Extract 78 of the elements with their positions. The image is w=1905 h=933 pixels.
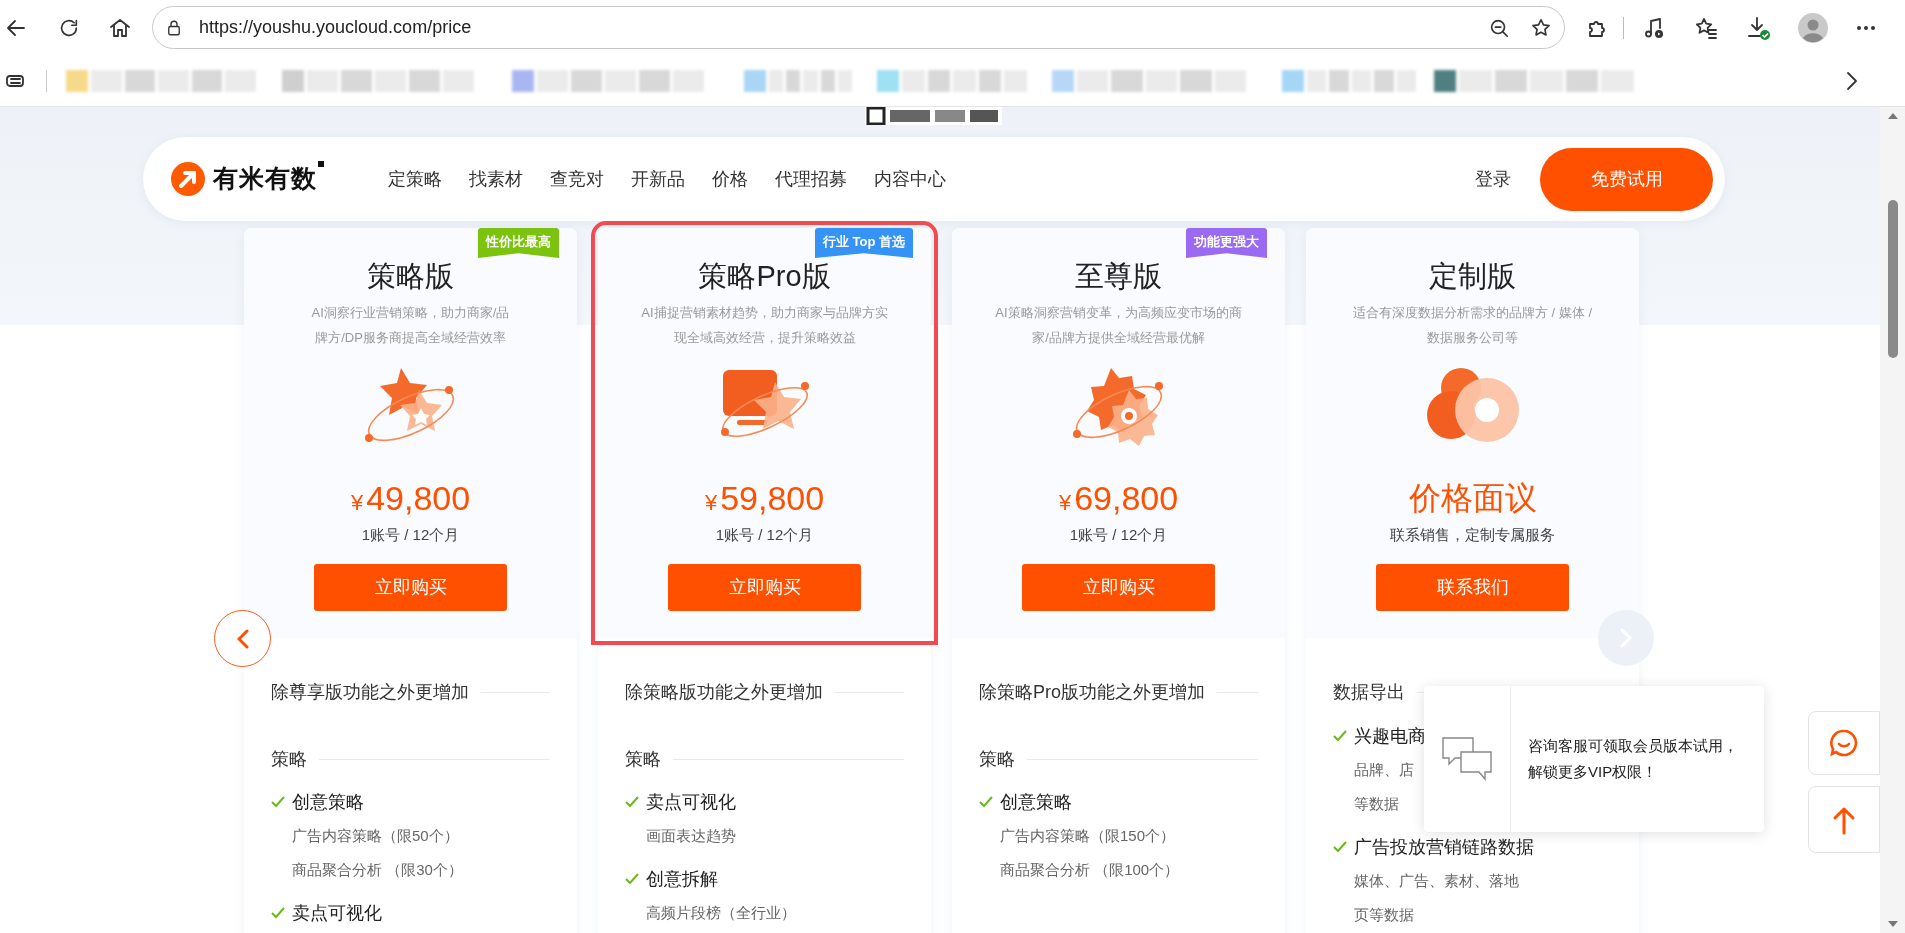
nav-link[interactable]: 查竞对 bbox=[550, 165, 604, 193]
customer-service-button[interactable] bbox=[1808, 711, 1880, 775]
plan-title: 至尊版 bbox=[1075, 259, 1162, 294]
group-title: 策略 bbox=[979, 748, 1015, 771]
tab-icon[interactable] bbox=[6, 72, 26, 89]
feature-name: 卖点可视化 bbox=[646, 791, 736, 814]
feature-detail: 媒体、广告、素材、落地 bbox=[1354, 871, 1519, 891]
plan-description: AI策略洞察营销变革，为高频应变市场的商家/品牌方提供全域经营最优解 bbox=[994, 304, 1243, 347]
chevron-right-icon[interactable] bbox=[1846, 71, 1858, 91]
feature-detail: 商品聚合分析 （限30个） bbox=[292, 860, 463, 880]
logo-text: 有米有数 bbox=[213, 163, 317, 195]
plan-period: 1账号 / 12个月 bbox=[1069, 525, 1168, 545]
plan-title: 策略Pro版 bbox=[698, 259, 831, 294]
plan-period: 1账号 / 12个月 bbox=[361, 525, 460, 545]
group-title: 策略 bbox=[625, 748, 661, 771]
section-heading: 除策略版功能之外更增加 bbox=[625, 681, 823, 704]
plan-price: ¥69,800 bbox=[1058, 478, 1179, 518]
logo-mark bbox=[318, 161, 324, 167]
plan-price: 价格面议 bbox=[1408, 479, 1537, 518]
feature-detail: 商品聚合分析 （限100个） bbox=[1000, 860, 1180, 880]
check-icon bbox=[271, 907, 285, 919]
feature-detail: 广告内容策略（限150个） bbox=[1000, 826, 1176, 846]
nav-link[interactable]: 价格 bbox=[712, 165, 748, 193]
avatar-icon[interactable] bbox=[1798, 12, 1828, 43]
login-link[interactable]: 登录 bbox=[1475, 165, 1511, 193]
check-icon bbox=[625, 796, 639, 808]
plan-title: 定制版 bbox=[1429, 259, 1516, 294]
plan-period: 1账号 / 12个月 bbox=[715, 525, 814, 545]
section-heading: 数据导出 bbox=[1333, 681, 1405, 704]
feature-detail: 页等数据 bbox=[1354, 905, 1414, 925]
plan-title: 策略版 bbox=[367, 259, 454, 294]
feature-detail: 广告内容策略（限50个） bbox=[292, 826, 459, 846]
feature-detail: 等数据 bbox=[1354, 794, 1399, 814]
chevron-left-icon bbox=[236, 628, 249, 649]
feature-detail: 品牌、店 bbox=[1354, 760, 1414, 780]
plan-description: AI捕捉营销素材趋势，助力商家与品牌方实现全域高效经营，提升策略效益 bbox=[640, 304, 889, 347]
feature-detail: 高频片段榜（全行业） bbox=[646, 903, 796, 923]
chat-tip-text: 咨询客服可领取会员版本试用，解锁更多VIP权限！ bbox=[1528, 736, 1739, 782]
feature-name: 兴趣电商 bbox=[1354, 725, 1426, 748]
group-title: 策略 bbox=[271, 748, 307, 771]
plan-description: 适合有深度数据分析需求的品牌方 / 媒体 / 数据服务公司等 bbox=[1351, 304, 1594, 347]
section-heading: 除策略Pro版功能之外更增加 bbox=[979, 681, 1205, 704]
nav-link[interactable]: 开新品 bbox=[631, 165, 685, 193]
smile-chat-icon bbox=[1829, 728, 1859, 758]
chat-bubbles-icon bbox=[1441, 736, 1493, 782]
back-to-top-button[interactable] bbox=[1808, 786, 1880, 853]
feature-name: 创意拆解 bbox=[646, 868, 718, 891]
star-icon[interactable] bbox=[1530, 16, 1552, 39]
more-icon[interactable] bbox=[1856, 24, 1876, 31]
feature-name: 创意策略 bbox=[292, 791, 364, 814]
nav-link[interactable]: 定策略 bbox=[388, 165, 442, 193]
plan-badge: 性价比最高 bbox=[478, 228, 559, 258]
plan-description: AI洞察行业营销策略，助力商家/品牌方/DP服务商提高全域经营效率 bbox=[310, 304, 511, 347]
blurred-bookmark[interactable] bbox=[1434, 70, 1634, 92]
nav-link[interactable]: 代理招募 bbox=[775, 165, 847, 193]
section-heading: 除尊享版功能之外更增加 bbox=[271, 681, 469, 704]
check-icon bbox=[625, 873, 639, 885]
favorites-icon[interactable] bbox=[1694, 15, 1718, 40]
feature-name: 广告投放营销链路数据 bbox=[1354, 836, 1534, 859]
check-icon bbox=[1333, 841, 1347, 853]
lock-icon bbox=[165, 18, 183, 37]
plan-period: 联系销售，定制专属服务 bbox=[1390, 525, 1555, 545]
feature-name: 卖点可视化 bbox=[292, 902, 382, 925]
plan-price: ¥49,800 bbox=[350, 478, 471, 518]
plan-badge: 行业 Top 首选 bbox=[814, 228, 913, 258]
check-icon bbox=[979, 796, 993, 808]
download-icon[interactable] bbox=[1746, 14, 1772, 41]
check-icon bbox=[271, 796, 285, 808]
plan-badge: 功能更强大 bbox=[1186, 228, 1267, 258]
music-icon[interactable] bbox=[1642, 15, 1666, 40]
logo-icon bbox=[170, 161, 206, 197]
check-icon bbox=[1333, 730, 1347, 742]
scrollbar[interactable] bbox=[1880, 107, 1905, 933]
feature-detail: 画面表达趋势 bbox=[646, 826, 736, 846]
nav-link[interactable]: 找素材 bbox=[469, 165, 523, 193]
nav-link[interactable]: 内容中心 bbox=[874, 165, 946, 193]
feature-name: 创意策略 bbox=[1000, 791, 1072, 814]
plan-price: ¥59,800 bbox=[704, 478, 825, 518]
